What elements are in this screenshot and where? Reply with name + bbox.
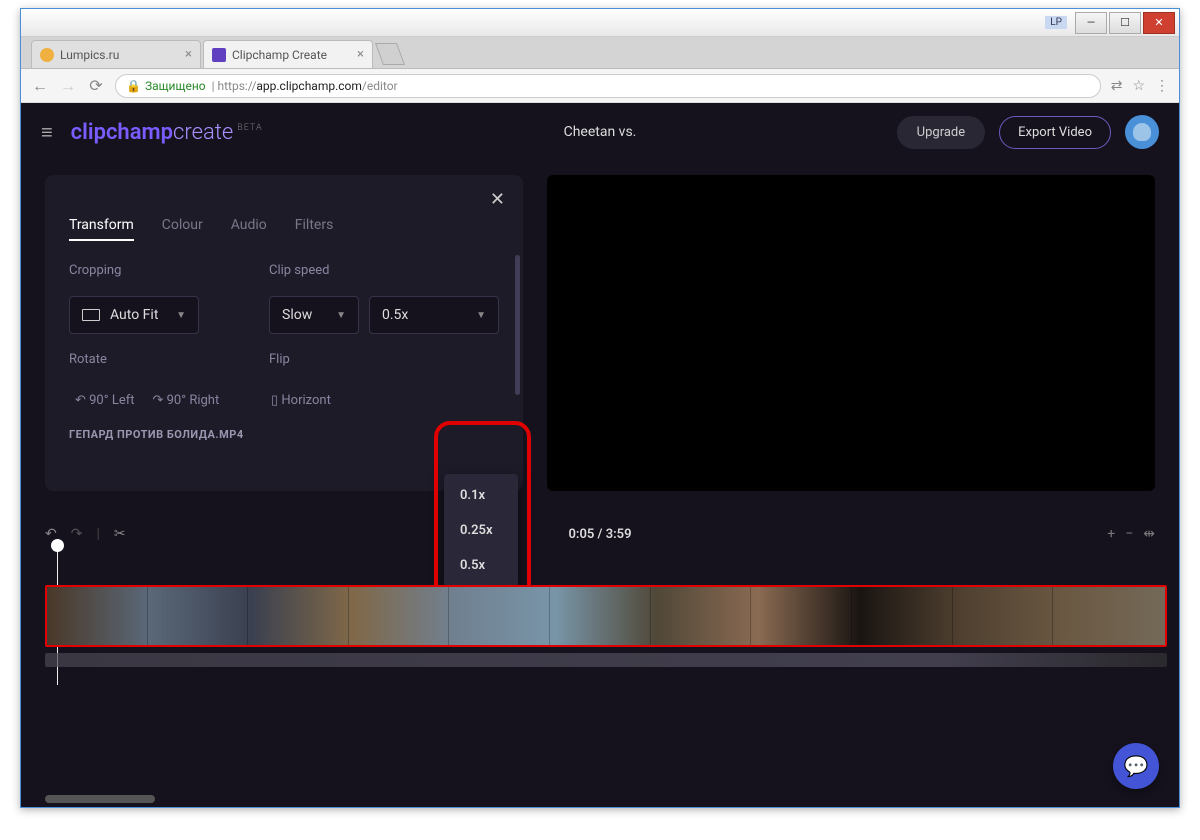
chevron-down-icon: ▼ — [336, 310, 346, 321]
url-scheme: https:// — [218, 79, 257, 93]
autofit-icon — [82, 309, 100, 321]
speed-mode-value: Slow — [282, 307, 312, 323]
zoom-out-icon[interactable]: − — [1125, 526, 1133, 542]
app-root: ≡ clipchampcreateBETA Cheetan vs. Upgrad… — [21, 103, 1179, 807]
tab-filters[interactable]: Filters — [295, 217, 334, 241]
export-video-button[interactable]: Export Video — [999, 116, 1111, 149]
project-title[interactable]: Cheetan vs. — [564, 124, 637, 140]
window-titlebar: LP — ☐ ✕ — [21, 9, 1179, 37]
tab-colour[interactable]: Colour — [162, 217, 203, 241]
favicon-icon — [212, 48, 226, 62]
back-icon[interactable]: ← — [31, 76, 49, 96]
clip-speed-label: Clip speed — [269, 263, 499, 278]
address-bar: ← → ⟳ 🔒 Защищено | https://app.clipchamp… — [21, 69, 1179, 103]
translate-icon[interactable]: ⇄ — [1111, 78, 1123, 94]
tab-audio[interactable]: Audio — [231, 217, 267, 241]
timeline-ruler[interactable] — [45, 557, 1167, 571]
reload-icon[interactable]: ⟳ — [87, 76, 105, 95]
horizontal-scrollbar[interactable] — [45, 795, 155, 803]
audio-track[interactable] — [45, 653, 1167, 667]
secure-badge: 🔒 Защищено — [126, 79, 206, 93]
tab-label: Lumpics.ru — [60, 48, 119, 62]
url-path: /editor — [362, 79, 398, 93]
fit-icon[interactable]: ⇹ — [1143, 526, 1155, 542]
menu-icon[interactable]: ⋮ — [1155, 78, 1169, 94]
window-minimize-button[interactable]: — — [1075, 12, 1107, 34]
rotate-label: Rotate — [69, 352, 249, 367]
speed-value-select[interactable]: 0.5x ▼ — [369, 296, 499, 334]
split-icon[interactable]: ✂ — [114, 526, 126, 542]
flip-label: Flip — [269, 352, 499, 367]
panel-scrollbar[interactable] — [515, 255, 520, 395]
chevron-down-icon: ▼ — [476, 310, 486, 321]
chat-button[interactable]: 💬 — [1113, 743, 1159, 789]
new-tab-button[interactable] — [375, 43, 405, 65]
url-host: app.clipchamp.com — [256, 79, 362, 93]
cropping-label: Cropping — [69, 263, 249, 278]
browser-tabbar: Lumpics.ru × Clipchamp Create × — [21, 37, 1179, 69]
video-track[interactable] — [45, 585, 1167, 647]
lock-icon: 🔒 — [126, 79, 141, 93]
zoom-in-icon[interactable]: + — [1107, 526, 1115, 542]
app-logo: clipchampcreateBETA — [71, 120, 263, 145]
tab-close-icon[interactable]: × — [357, 47, 364, 62]
upgrade-button[interactable]: Upgrade — [897, 116, 985, 149]
cropping-value: Auto Fit — [110, 307, 158, 323]
panel-tabs: Transform Colour Audio Filters — [69, 217, 499, 241]
window-maximize-button[interactable]: ☐ — [1109, 12, 1141, 34]
tab-transform[interactable]: Transform — [69, 217, 134, 241]
preview-viewport[interactable] — [547, 175, 1155, 491]
speed-mode-select[interactable]: Slow ▼ — [269, 296, 359, 334]
flip-horizontal-button[interactable]: ▯ Horizont — [271, 393, 331, 408]
app-header: ≡ clipchampcreateBETA Cheetan vs. Upgrad… — [21, 103, 1179, 161]
forward-icon[interactable]: → — [59, 76, 77, 96]
properties-panel: ✕ Transform Colour Audio Filters Croppin… — [45, 175, 523, 491]
hamburger-icon[interactable]: ≡ — [41, 120, 53, 145]
chevron-down-icon: ▼ — [176, 310, 186, 321]
rotate-right-button[interactable]: ↷ 90° Right — [153, 393, 220, 408]
speed-value: 0.5x — [382, 307, 408, 323]
address-actions: ⇄ ☆ ⋮ — [1111, 78, 1169, 94]
chat-icon: 💬 — [1124, 754, 1149, 778]
clip-filename: ГЕПАРД ПРОТИВ БОЛИДА.MP4 — [69, 428, 499, 441]
window-close-button[interactable]: ✕ — [1143, 12, 1175, 34]
speed-option[interactable]: 0.1x — [444, 478, 518, 513]
editor-row: ✕ Transform Colour Audio Filters Croppin… — [21, 161, 1179, 491]
avatar[interactable] — [1125, 115, 1159, 149]
favicon-icon — [40, 48, 54, 62]
browser-window: LP — ☐ ✕ Lumpics.ru × Clipchamp Create ×… — [20, 8, 1180, 808]
user-badge: LP — [1045, 16, 1067, 29]
close-icon[interactable]: ✕ — [490, 189, 505, 210]
secure-label: Защищено — [145, 79, 206, 93]
cropping-select[interactable]: Auto Fit ▼ — [69, 296, 199, 334]
timeline-time: 0:05 / 3:59 — [568, 527, 631, 542]
tab-label: Clipchamp Create — [232, 48, 327, 62]
url-input[interactable]: 🔒 Защищено | https://app.clipchamp.com/e… — [115, 74, 1101, 98]
rotate-left-button[interactable]: ↶ 90° Left — [75, 393, 135, 408]
tab-lumpics[interactable]: Lumpics.ru × — [31, 40, 201, 68]
tab-clipchamp[interactable]: Clipchamp Create × — [203, 40, 373, 68]
timeline-toolbar: ↶ ↷ | ✂ 0:05 / 3:59 + − ⇹ — [21, 517, 1179, 551]
redo-icon[interactable]: ↷ — [71, 526, 83, 542]
timeline[interactable] — [21, 551, 1179, 701]
tab-close-icon[interactable]: × — [185, 47, 192, 62]
star-icon[interactable]: ☆ — [1132, 78, 1145, 94]
